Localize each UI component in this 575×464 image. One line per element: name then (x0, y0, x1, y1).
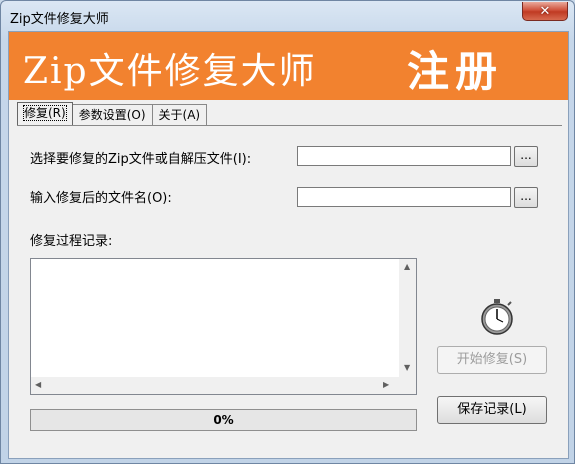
output-file-label: 输入修复后的文件名(O): (30, 191, 172, 206)
save-log-button[interactable]: 保存记录(L) (437, 396, 547, 424)
output-file-input[interactable] (297, 187, 511, 207)
scroll-right-icon[interactable]: ▶ (383, 380, 389, 389)
banner-title: Zip文件修复大师 (23, 51, 317, 92)
close-button[interactable]: ✕ (522, 2, 568, 21)
title-bar[interactable]: Zip文件修复大师 ✕ (1, 1, 574, 31)
source-file-label: 选择要修复的Zip文件或自解压文件(I): (30, 152, 252, 167)
scroll-left-icon[interactable]: ◀ (35, 380, 41, 389)
horizontal-scrollbar[interactable]: ◀ ▶ (31, 377, 399, 394)
tab-about-label: 关于(A) (158, 108, 201, 122)
start-repair-button[interactable]: 开始修复(S) (437, 346, 547, 374)
vertical-scrollbar[interactable]: ▲ ▼ (399, 259, 416, 377)
stopwatch-icon (477, 297, 517, 337)
tab-settings-label: 参数设置(O) (78, 108, 146, 122)
scroll-up-icon[interactable]: ▲ (404, 262, 410, 271)
source-file-input[interactable] (297, 146, 511, 166)
log-textarea[interactable]: ▲ ▼ ◀ ▶ (30, 258, 417, 395)
progress-bar: 0% (30, 409, 417, 431)
client-area: Zip文件修复大师 注册 修复(R) 参数设置(O) 关于(A) 选择要修复的Z… (8, 31, 569, 459)
register-link[interactable]: 注册 (407, 38, 503, 99)
output-browse-button[interactable]: ... (514, 187, 538, 208)
tab-repair-label: 修复(R) (23, 105, 67, 121)
scrollbar-corner (399, 377, 416, 394)
tab-about[interactable]: 关于(A) (151, 104, 208, 125)
banner: Zip文件修复大师 注册 (9, 32, 568, 100)
window-title: Zip文件修复大师 (10, 12, 109, 27)
tab-bar: 修复(R) 参数设置(O) 关于(A) (17, 102, 208, 126)
log-label: 修复过程记录: (30, 234, 113, 249)
app-window: Zip文件修复大师 ✕ Zip文件修复大师 注册 修复(R) 参数设置(O) 关… (0, 0, 575, 464)
close-icon: ✕ (539, 3, 551, 19)
tab-settings[interactable]: 参数设置(O) (71, 104, 153, 125)
tab-repair[interactable]: 修复(R) (17, 102, 73, 125)
source-browse-button[interactable]: ... (514, 146, 538, 167)
progress-text: 0% (213, 413, 234, 427)
scroll-down-icon[interactable]: ▼ (404, 363, 410, 372)
